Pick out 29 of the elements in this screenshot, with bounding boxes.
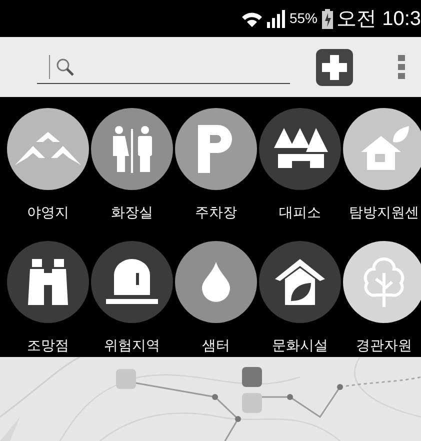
category-label: 샘터	[202, 336, 230, 355]
clock: 오전 10:3	[336, 6, 421, 32]
signal-icon	[267, 10, 286, 28]
plus-icon	[322, 54, 347, 80]
category-label: 경관자원	[356, 336, 412, 355]
search-icon	[56, 58, 74, 76]
toilet-icon	[110, 125, 154, 173]
category-label: 주차장	[195, 203, 237, 222]
alarm-light-icon	[106, 259, 158, 305]
add-button[interactable]	[316, 48, 353, 86]
battery-charging-icon	[322, 8, 333, 28]
house-leaf-icon	[359, 126, 409, 172]
category-label: 조망점	[27, 336, 69, 355]
shelter-icon	[272, 128, 328, 170]
parking-icon	[198, 125, 234, 173]
water-drop-icon	[202, 262, 230, 302]
category-label: 야영지	[27, 203, 69, 222]
binoculars-icon	[28, 259, 68, 305]
mountains-icon	[15, 132, 81, 166]
tree-icon	[361, 257, 407, 307]
house-leaf-icon	[275, 259, 325, 305]
category-label: 대피소	[279, 203, 321, 222]
category-label: 탐방지원센	[349, 203, 419, 222]
category-label: 화장실	[111, 203, 153, 222]
category-label: 위험지역	[104, 336, 160, 355]
more-button[interactable]	[397, 55, 405, 79]
wifi-icon	[241, 10, 264, 26]
category-label: 문화시설	[272, 336, 328, 355]
battery-percent: 55%	[289, 9, 318, 28]
